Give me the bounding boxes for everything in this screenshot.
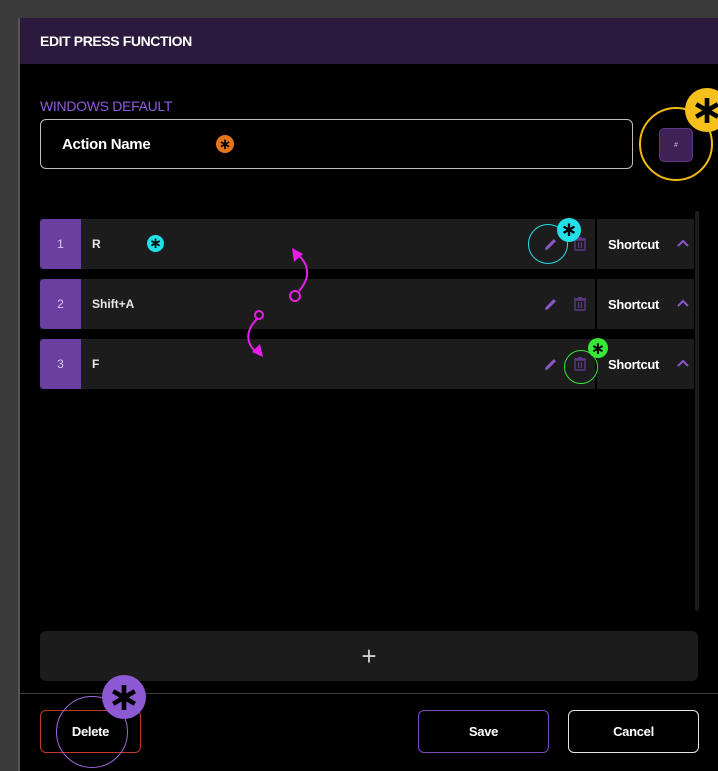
reorder-down-arrowhead bbox=[252, 344, 263, 357]
save-button[interactable]: Save bbox=[418, 710, 549, 753]
edit-press-function-dialog: EDIT PRESS FUNCTION WINDOWS DEFAULT Acti… bbox=[18, 18, 718, 771]
reorder-down-arrow bbox=[247, 310, 264, 353]
reorder-up-arrowhead bbox=[292, 248, 303, 262]
cancel-button[interactable]: Cancel bbox=[568, 710, 699, 753]
add-step-button[interactable]: + bbox=[40, 631, 698, 681]
reorder-up-arrow bbox=[289, 253, 308, 302]
reorder-arrows bbox=[247, 248, 308, 357]
annotation-marker-purple: ∗ bbox=[102, 675, 146, 719]
